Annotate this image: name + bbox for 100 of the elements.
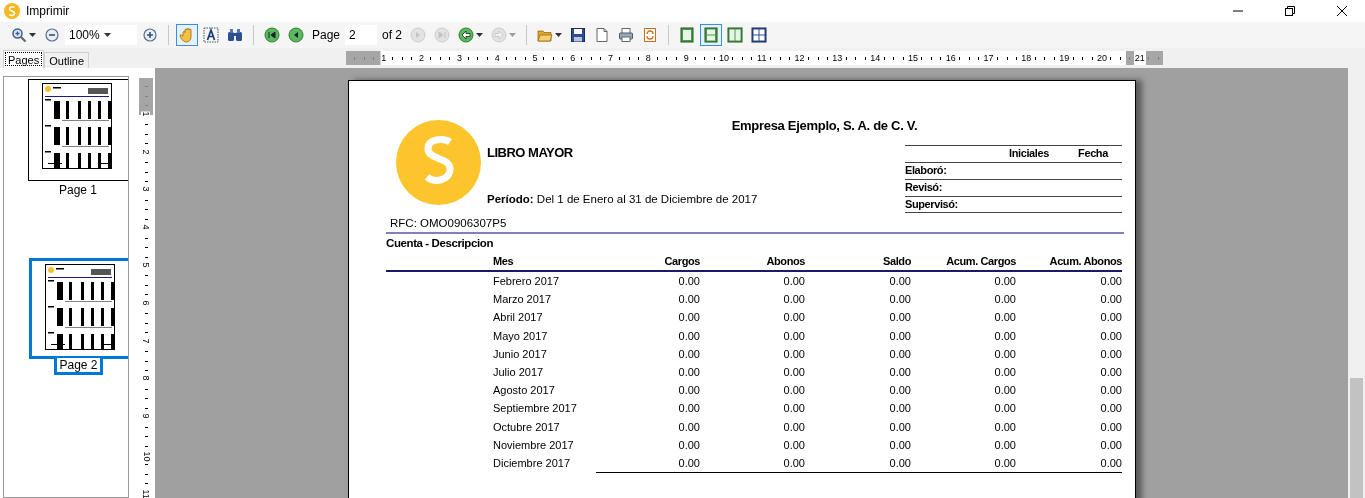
company-logo-icon	[396, 120, 481, 205]
page-thumbnail[interactable]	[29, 258, 128, 359]
table-cell-text: Febrero 2017	[493, 274, 561, 289]
toolbar-button[interactable]	[285, 24, 307, 46]
zoom-out-icon	[44, 27, 60, 43]
table-cell: 0.00	[911, 453, 1016, 474]
table-cell-text: 0.00	[1099, 274, 1122, 289]
ruler-number: 6	[141, 300, 151, 306]
page-icon	[594, 27, 611, 43]
page-number-field[interactable]: 2	[345, 25, 378, 45]
toolbar-label: of 2	[381, 28, 404, 42]
zoom-combo[interactable]: 100%	[65, 25, 137, 45]
column-header: Acum. Cargos	[911, 253, 1016, 272]
zoom-in-icon	[142, 27, 158, 43]
table-cell-text: 0.00	[782, 292, 805, 308]
table-cell-text: 0.00	[677, 419, 700, 435]
text-select-icon	[203, 27, 219, 43]
save-icon	[570, 27, 587, 43]
table-cell-text: 0.00	[677, 310, 700, 326]
previous-icon	[288, 27, 304, 43]
table-cell-text: 0.00	[993, 401, 1016, 417]
ruler-number: 1	[141, 111, 151, 117]
zoom-in-icon	[11, 27, 27, 43]
report-title: LIBRO MAYOR	[487, 144, 574, 162]
company-name: Empresa Ejemplo, S. A. de C. V.	[730, 118, 919, 135]
table-cell-text: 0.00	[677, 383, 700, 399]
section-heading: Cuenta - Descripcion	[386, 236, 495, 249]
next-icon	[410, 27, 427, 43]
vertical-scrollbar[interactable]	[1348, 68, 1365, 498]
scrollbar-thumb[interactable]	[1350, 378, 1363, 498]
panel-tab[interactable]: Outline	[44, 52, 90, 68]
four-page-icon	[751, 27, 768, 43]
table-cell: 0.00	[596, 453, 700, 474]
table-cell-text: 0.00	[888, 401, 911, 417]
panel-tab[interactable]: Pages	[3, 50, 45, 68]
table-cell-text: 0.00	[888, 419, 911, 435]
table-cell-text: Junio 2017	[493, 346, 548, 362]
table-cell-text: 0.00	[993, 292, 1016, 308]
signature-cell	[994, 196, 1064, 213]
table-cell-text: 0.00	[888, 364, 911, 380]
table-cell-text: Septiembre 2017	[493, 401, 578, 417]
signature-cell	[1064, 196, 1122, 213]
table-cell-text: 0.00	[782, 310, 805, 326]
table-cell-text: 0.00	[782, 346, 805, 362]
ruler-number: 5	[141, 262, 151, 268]
first-page-icon	[264, 27, 280, 43]
table-cell-text: Mayo 2017	[493, 328, 549, 344]
thumbnail-label[interactable]: Page 2	[54, 358, 103, 375]
table-cell-text: Agosto 2017	[493, 383, 556, 399]
ruler-number: 2	[141, 149, 151, 155]
table-cell-text: Diciembre 2017	[493, 455, 572, 471]
table-cell-text: 0.00	[782, 383, 805, 399]
table-cell-text: 0.00	[677, 292, 700, 308]
single-page-icon	[679, 27, 696, 43]
export-icon	[642, 27, 659, 43]
signature-label: Revisó:	[905, 179, 994, 196]
caret-icon	[555, 33, 563, 37]
app-logo-icon	[4, 3, 20, 19]
page-thumbnail[interactable]	[28, 79, 128, 181]
table-cell-text: Octubre 2017	[493, 419, 561, 435]
ruler-number: 4	[141, 224, 151, 230]
table-cell-text: Marzo 2017	[493, 292, 553, 308]
table-cell-text: 0.00	[782, 274, 805, 289]
table-cell-text: 0.00	[677, 274, 700, 289]
table-cell-text: 0.00	[1099, 292, 1122, 308]
ruler-margin	[346, 51, 383, 65]
table-cell-text: 0.00	[888, 310, 911, 326]
table-cell-text: Noviembre 2017	[493, 437, 575, 453]
table-cell-text: 0.00	[677, 401, 700, 417]
table-cell-text: 0.00	[1099, 310, 1122, 326]
table-cell-text: 0.00	[888, 437, 911, 453]
table-cell-text: 0.00	[1099, 364, 1122, 380]
ruler-margin	[139, 78, 153, 115]
table-cell-text: 0.00	[677, 346, 700, 362]
table-cell-text: 0.00	[993, 383, 1016, 399]
toolbar-button[interactable]	[200, 24, 222, 46]
table-cell-text: 0.00	[993, 346, 1016, 362]
toolbar-label: Page	[311, 28, 342, 42]
table-cell-text: 0.00	[888, 274, 911, 289]
table-cell-text: 0.00	[677, 364, 700, 380]
table-cell-text: Julio 2017	[493, 364, 545, 380]
table-cell-text: 0.00	[782, 419, 805, 435]
ruler-number: 9	[141, 413, 151, 419]
table-cell-text: 0.00	[1099, 437, 1122, 453]
ruler-number: 1	[380, 51, 388, 65]
table-cell-text: 0.00	[993, 328, 1016, 344]
toolbar-button[interactable]	[261, 24, 283, 46]
table-cell-text: 0.00	[782, 437, 805, 453]
caret-icon	[509, 33, 517, 37]
table-cell-text: 0.00	[1099, 383, 1122, 399]
table-cell: 0.00	[700, 453, 805, 474]
caret-icon	[103, 33, 111, 37]
table-cell-text: 0.00	[1099, 346, 1122, 362]
ruler-number: 10	[141, 451, 151, 462]
table-cell-text: 0.00	[993, 310, 1016, 326]
close-icon	[1337, 6, 1347, 16]
report-period: Período: Del 1 de Enero al 31 de Diciembre de 2017	[487, 192, 759, 205]
table-cell-text: Abril 2017	[493, 310, 544, 326]
table-cell-text: 0.00	[993, 437, 1016, 453]
signature-header: Iniciales	[994, 145, 1064, 162]
